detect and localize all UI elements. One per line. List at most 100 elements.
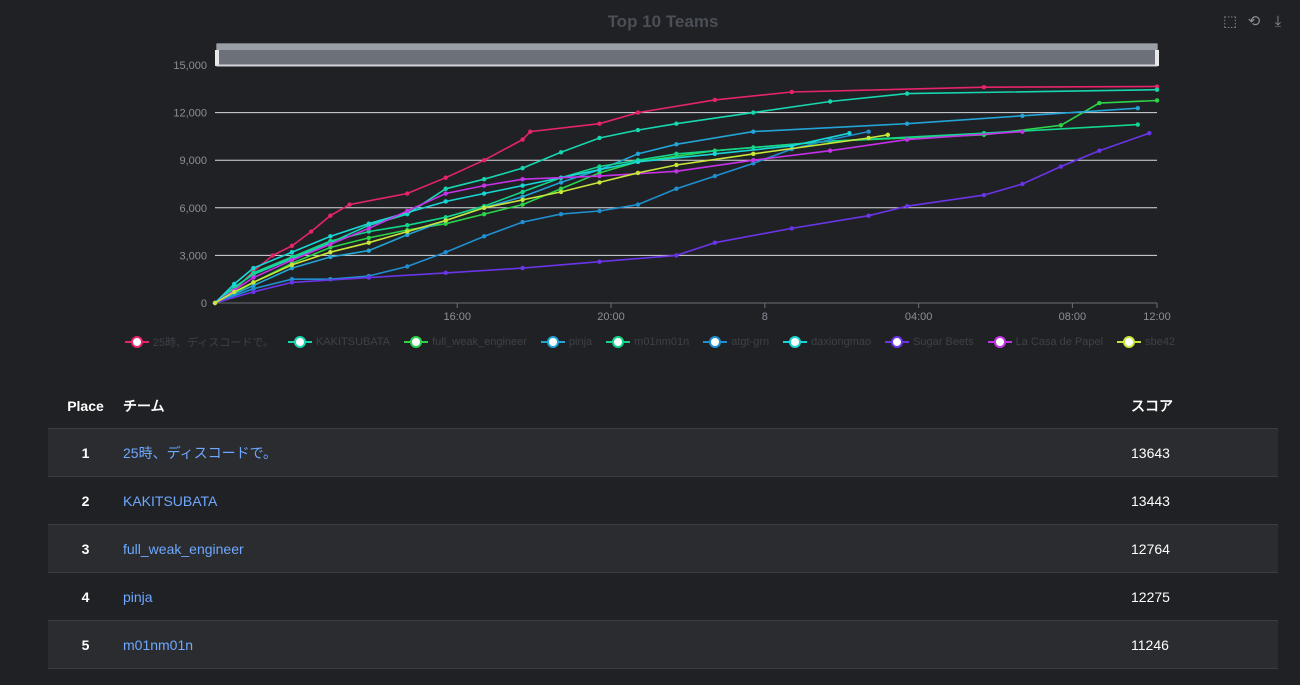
place-cell: 1 xyxy=(48,428,123,477)
data-point xyxy=(751,129,756,134)
chart-toolbox: ⬚ ⟲ ⤓ xyxy=(1222,14,1286,30)
score-cell: 13643 xyxy=(1131,428,1278,477)
legend-marker-icon xyxy=(124,335,149,349)
legend-item[interactable]: 25時、ディスコードで。 xyxy=(124,334,274,350)
legend-label: sbe42 xyxy=(1145,336,1176,348)
data-point xyxy=(904,91,910,96)
team-cell: m01nm01n xyxy=(123,620,1131,669)
data-point xyxy=(212,300,218,306)
legend-item[interactable]: full_weak_engineer xyxy=(404,334,527,350)
data-point xyxy=(251,289,256,295)
data-point xyxy=(827,148,833,153)
data-point xyxy=(443,175,448,180)
table-row: 3 full_weak_engineer 12764 xyxy=(48,524,1278,573)
team-link[interactable]: 25時、ディスコードで。 xyxy=(123,445,277,461)
y-tick-label: 15,000 xyxy=(173,60,207,72)
x-tick-label: 08:00 xyxy=(1059,311,1087,323)
data-point xyxy=(751,110,756,115)
data-point xyxy=(289,243,295,249)
legend-item[interactable]: sbe42 xyxy=(1117,334,1175,350)
legend-label: daxiongmao xyxy=(811,336,872,348)
data-point xyxy=(712,151,718,157)
data-point xyxy=(405,223,410,228)
data-point xyxy=(232,289,237,295)
place-cell: 5 xyxy=(48,620,123,669)
legend-item[interactable]: pinja xyxy=(540,334,593,350)
chart-panel: Top 10 Teams 0 3,000 6,000 9,000 12,000 15,000… xyxy=(0,0,1300,370)
data-point xyxy=(674,253,679,258)
data-point xyxy=(635,202,641,207)
team-link[interactable]: m01nm01n xyxy=(123,637,193,653)
data-point xyxy=(1058,164,1064,169)
data-point xyxy=(232,281,237,287)
data-point xyxy=(481,234,487,239)
score-cell: 13443 xyxy=(1131,476,1278,525)
data-point xyxy=(528,129,533,134)
legend-item[interactable]: m01nm01n xyxy=(606,334,689,350)
data-point xyxy=(443,191,448,196)
team-link[interactable]: KAKITSUBATA xyxy=(123,493,217,509)
legend-marker-icon xyxy=(1117,335,1142,349)
data-point xyxy=(366,248,371,253)
data-point xyxy=(443,218,448,223)
data-point xyxy=(597,208,602,214)
x-tick-label: 20:00 xyxy=(597,311,625,323)
data-point xyxy=(251,270,256,276)
data-point xyxy=(558,211,564,217)
data-point xyxy=(251,265,256,271)
data-point xyxy=(674,151,679,157)
data-point xyxy=(866,129,871,134)
team-link[interactable]: full_weak_engineer xyxy=(123,541,244,557)
data-point xyxy=(481,177,487,182)
data-point xyxy=(597,135,602,141)
legend-label: La Casa de Papel xyxy=(1015,336,1104,348)
data-point xyxy=(520,137,525,142)
data-point xyxy=(366,240,371,245)
legend-marker-icon xyxy=(703,335,728,349)
team-cell: 25時、ディスコードで。 xyxy=(123,428,1131,477)
place-cell: 4 xyxy=(48,572,123,621)
data-point xyxy=(1097,100,1102,106)
score-chart: Top 10 Teams 0 3,000 6,000 9,000 12,000 15,000… xyxy=(173,12,1170,323)
data-point xyxy=(443,199,448,204)
data-point xyxy=(520,183,525,188)
scoreboard-table: Place チーム スコア 1 25時、ディスコードで。 13643 2 KAK… xyxy=(48,384,1278,669)
zoom-slider-handle-left xyxy=(215,50,219,66)
data-point xyxy=(328,234,333,239)
legend-item[interactable]: atgt-grn xyxy=(703,334,769,350)
legend-label: pinja xyxy=(568,336,593,348)
data-point xyxy=(866,213,871,218)
data-point xyxy=(597,259,602,264)
data-point xyxy=(251,275,256,280)
data-point xyxy=(289,262,295,268)
data-point xyxy=(366,221,371,226)
table-header-row: Place チーム スコア xyxy=(48,384,1278,429)
data-point xyxy=(558,180,564,185)
data-point xyxy=(481,211,487,217)
data-point xyxy=(597,180,602,185)
legend-item[interactable]: La Casa de Papel xyxy=(987,334,1104,350)
score-cell: 11246 xyxy=(1131,620,1278,669)
legend-item[interactable]: daxiongmao xyxy=(783,334,871,350)
y-tick-label: 6,000 xyxy=(179,203,207,215)
zoom-reset-icon[interactable]: ⟲ xyxy=(1246,14,1262,30)
data-point xyxy=(270,253,275,258)
data-point xyxy=(1154,87,1160,92)
zoom-slider-bar xyxy=(217,44,1157,50)
data-point xyxy=(558,189,564,195)
legend-item[interactable]: KAKITSUBATA xyxy=(287,334,390,350)
data-point xyxy=(1020,129,1025,134)
data-point xyxy=(520,165,525,171)
x-tick-label: 04:00 xyxy=(905,311,933,323)
team-link[interactable]: pinja xyxy=(123,589,153,605)
data-point xyxy=(597,173,602,179)
download-icon[interactable]: ⤓ xyxy=(1270,14,1286,30)
zoom-icon[interactable]: ⬚ xyxy=(1222,14,1238,30)
data-point xyxy=(405,229,410,234)
data-point xyxy=(481,183,487,188)
data-point xyxy=(405,191,410,196)
data-point xyxy=(635,159,641,164)
data-point xyxy=(328,250,333,255)
data-point xyxy=(712,97,718,103)
legend-item[interactable]: Sugar Beets xyxy=(885,334,974,350)
